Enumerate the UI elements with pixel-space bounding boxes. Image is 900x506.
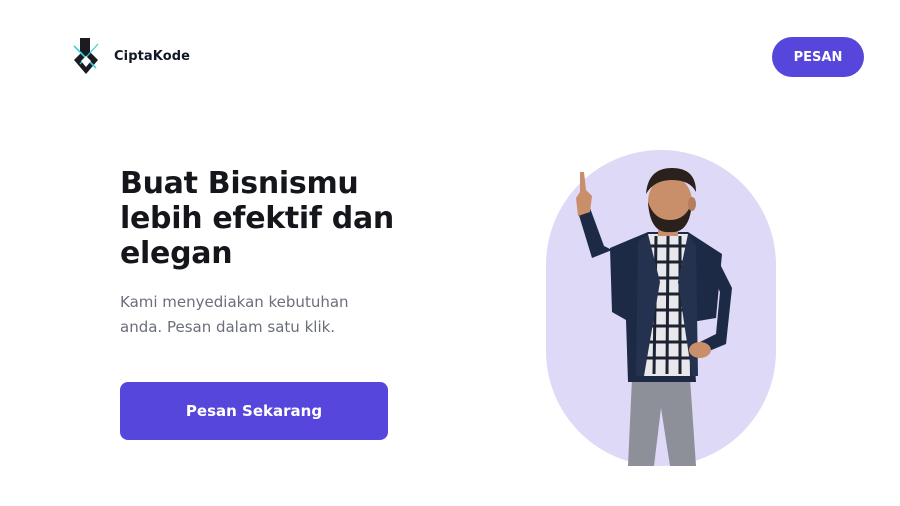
hero-subtext: Kami menyediakan kebutuhan anda. Pesan d… [120, 290, 380, 340]
brand-name: CiptaKode [114, 48, 191, 64]
brand-logo[interactable]: CiptaKode [70, 36, 190, 76]
headline-line: lebih efektif dan [120, 201, 394, 236]
subtext-line: anda. Pesan dalam satu klik. [120, 318, 336, 336]
hero-headline: Buat Bisnismu lebih efektif dan elegan [120, 166, 420, 271]
headline-line: elegan [120, 236, 233, 271]
order-now-button[interactable]: Pesan Sekarang [120, 382, 388, 440]
order-nav-button[interactable]: PESAN [772, 37, 864, 77]
ciptakode-logo-icon [73, 38, 99, 74]
man-pointing-up-illustration [546, 150, 776, 466]
hero-image [540, 150, 780, 468]
landing-page: CiptaKode PESAN Buat Bisnismu lebih efek… [0, 0, 900, 506]
headline-line: Buat Bisnismu [120, 166, 359, 201]
subtext-line: Kami menyediakan kebutuhan [120, 293, 349, 311]
